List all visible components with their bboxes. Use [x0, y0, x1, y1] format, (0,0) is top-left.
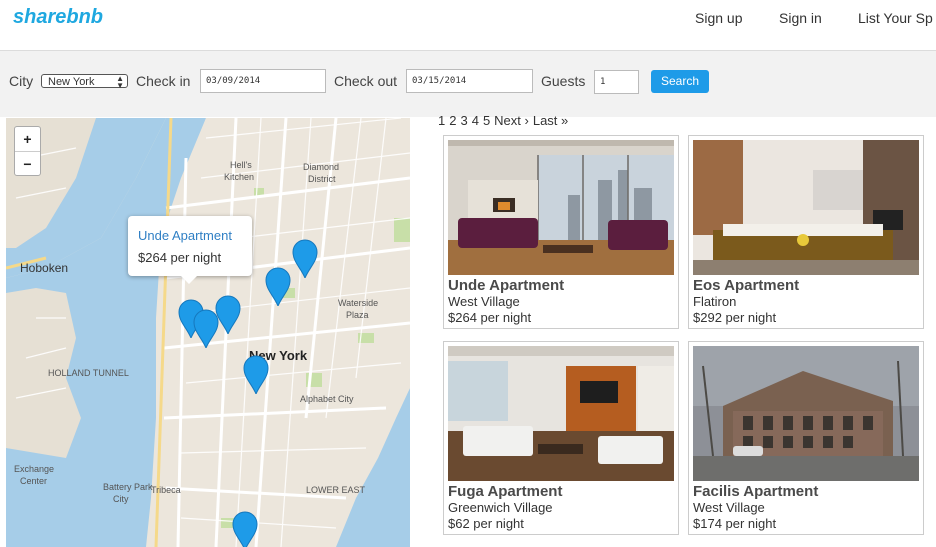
- map-label-holland-tunnel: HOLLAND TUNNEL: [48, 368, 129, 378]
- page-link[interactable]: 2: [449, 113, 456, 128]
- map-label-hoboken: Hoboken: [20, 261, 69, 275]
- listing-photo[interactable]: [693, 140, 919, 275]
- map-label-plaza: Plaza: [346, 310, 369, 320]
- guests-label: Guests: [541, 73, 586, 89]
- map-marker[interactable]: [264, 266, 292, 306]
- listing-card[interactable]: Unde Apartment West Village $264 per nig…: [443, 135, 679, 329]
- sign-in-link[interactable]: Sign in: [779, 10, 822, 26]
- check-out-label: Check out: [334, 73, 398, 89]
- last-page-link[interactable]: Last »: [533, 113, 568, 128]
- brand-logo[interactable]: sharebnb: [13, 6, 103, 29]
- listing-title[interactable]: Eos Apartment: [693, 277, 799, 294]
- map-label-center: Center: [20, 476, 48, 486]
- map-label-battery-park: Battery Park: [103, 482, 153, 492]
- map-marker-selected[interactable]: [192, 308, 220, 348]
- listing-price: $62 per night: [448, 516, 524, 531]
- listing-neighborhood: Flatiron: [693, 294, 737, 309]
- map-label-alphabet-city: Alphabet City: [300, 394, 354, 404]
- sign-up-link[interactable]: Sign up: [695, 10, 742, 26]
- listing-card[interactable]: Facilis Apartment West Village $174 per …: [688, 341, 924, 535]
- map-popup: Unde Apartment $264 per night: [128, 216, 252, 284]
- page-link[interactable]: 1: [438, 113, 445, 128]
- listing-title[interactable]: Unde Apartment: [448, 277, 564, 294]
- listing-price: $292 per night: [693, 310, 777, 325]
- select-arrows-icon: ▲ ▼: [116, 74, 124, 90]
- listing-photo[interactable]: [448, 140, 674, 275]
- map-marker[interactable]: [242, 354, 270, 394]
- listing-photo[interactable]: [448, 346, 674, 481]
- popup-tip: [180, 275, 198, 284]
- guests-input[interactable]: 1: [594, 70, 639, 94]
- map-label-lower-east: LOWER EAST: [306, 485, 366, 495]
- zoom-in-button[interactable]: +: [15, 127, 40, 151]
- city-label: City: [9, 73, 34, 89]
- map-label-district: District: [308, 174, 336, 184]
- page-link[interactable]: 4: [472, 113, 479, 128]
- pagination: 1 2 3 4 5 Next › Last »: [438, 113, 572, 128]
- listing-title[interactable]: Facilis Apartment: [693, 483, 818, 500]
- listing-card[interactable]: Eos Apartment Flatiron $292 per night: [688, 135, 924, 329]
- search-button[interactable]: Search: [651, 70, 709, 93]
- popup-price: $264 per night: [138, 250, 222, 265]
- map-marker[interactable]: [231, 510, 259, 547]
- map-label-kitchen: Kitchen: [224, 172, 255, 182]
- listing-title[interactable]: Fuga Apartment: [448, 483, 562, 500]
- listing-card[interactable]: Fuga Apartment Greenwich Village $62 per…: [443, 341, 679, 535]
- map-label-exchange: Exchange: [14, 464, 55, 474]
- next-page-link[interactable]: Next ›: [494, 113, 529, 128]
- listing-price: $174 per night: [693, 516, 777, 531]
- map-marker[interactable]: [291, 238, 319, 278]
- zoom-out-button[interactable]: −: [15, 151, 40, 176]
- listing-photo[interactable]: [693, 346, 919, 481]
- map-label-battery-city: City: [113, 494, 129, 504]
- check-in-label: Check in: [136, 73, 191, 89]
- zoom-control: + −: [14, 126, 41, 176]
- map-view[interactable]: + − Hoboken New York Hell's Kitchen Diam…: [6, 118, 410, 547]
- city-select-value: New York: [48, 76, 95, 88]
- listing-neighborhood: West Village: [448, 294, 520, 309]
- listing-price: $264 per night: [448, 310, 532, 325]
- page-link[interactable]: 5: [483, 113, 490, 128]
- city-select[interactable]: New York ▲ ▼: [41, 74, 128, 90]
- map-label-diamond: Diamond: [303, 162, 340, 172]
- popup-title-link[interactable]: Unde Apartment: [138, 228, 232, 243]
- map-label-tribeca: Tribeca: [151, 485, 181, 495]
- page-link[interactable]: 3: [460, 113, 467, 128]
- listing-neighborhood: Greenwich Village: [448, 500, 553, 515]
- check-out-input[interactable]: 03/15/2014: [406, 69, 533, 93]
- map-label-waterside: Waterside: [338, 298, 379, 308]
- listing-neighborhood: West Village: [693, 500, 765, 515]
- check-in-input[interactable]: 03/09/2014: [200, 69, 326, 93]
- list-your-space-link[interactable]: List Your Sp: [858, 10, 933, 26]
- top-navbar: sharebnb Sign up Sign in List Your Sp: [0, 0, 936, 51]
- map-label-hells: Hell's: [230, 160, 252, 170]
